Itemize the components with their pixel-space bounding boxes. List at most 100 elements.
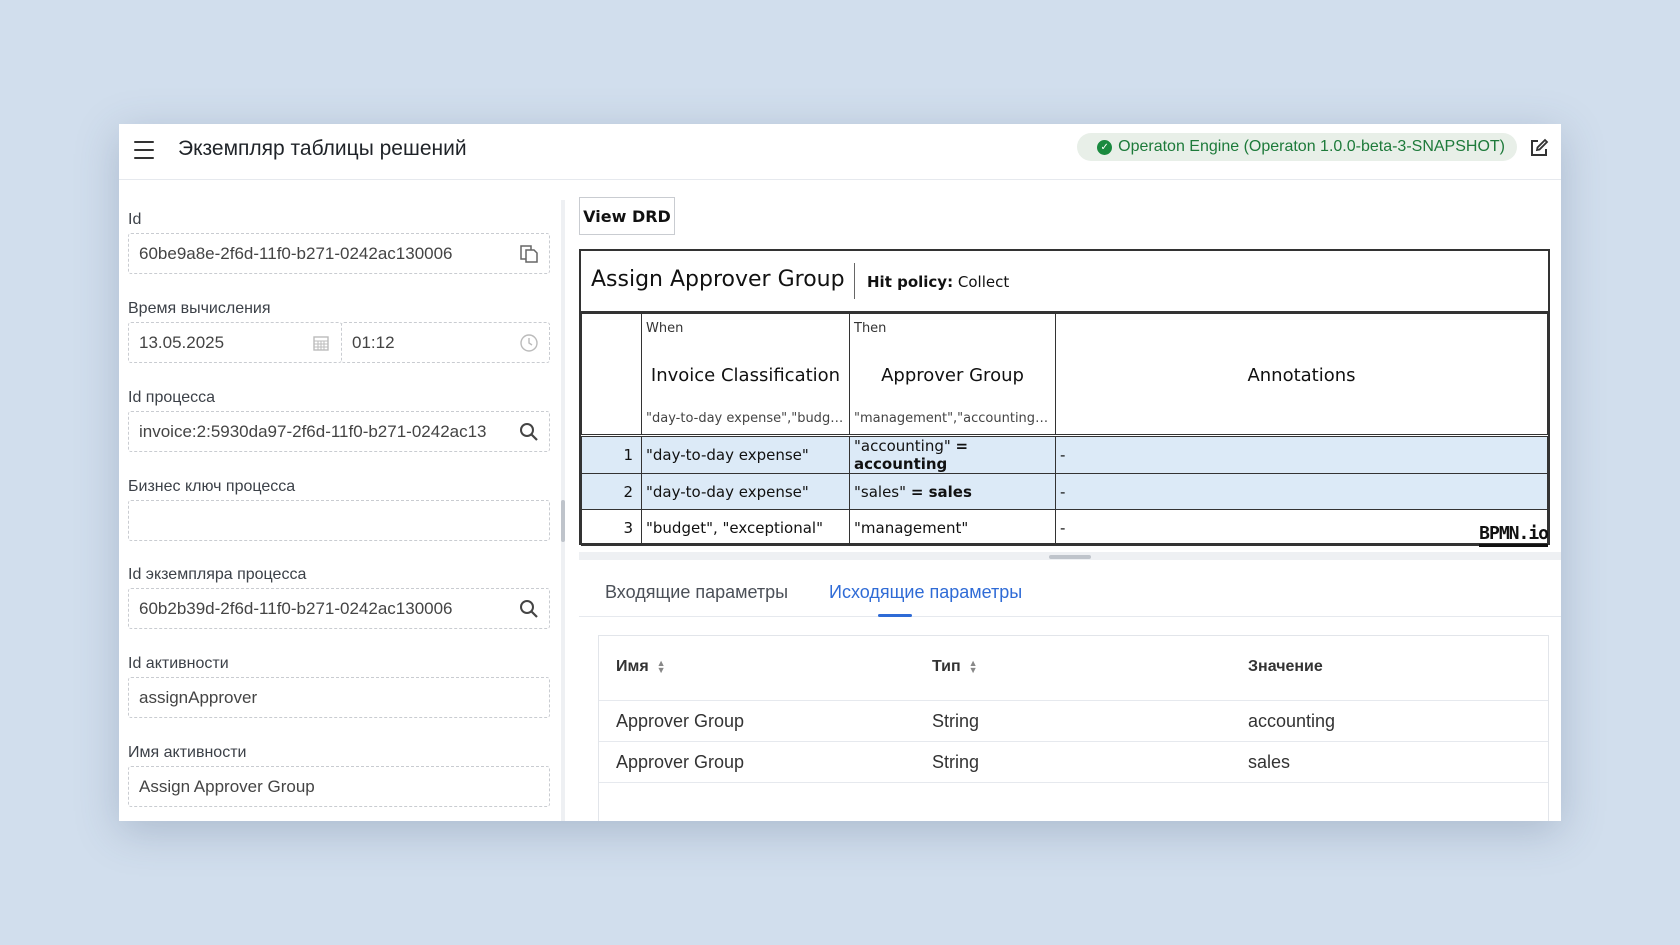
- decision-table: Assign Approver Group Hit policy: Collec…: [579, 249, 1550, 547]
- params-tabs: Входящие параметры Исходящие параметры: [579, 574, 1561, 617]
- sort-icon[interactable]: ▲ ▼: [657, 658, 666, 674]
- header-divider: [854, 263, 855, 299]
- rule-annotation: -: [1055, 509, 1548, 546]
- variables-table-header: Имя ▲ ▼ Тип ▲ ▼ Значение: [599, 636, 1548, 701]
- eval-date-field[interactable]: 13.05.2025: [128, 322, 342, 363]
- decision-table-header: Assign Approver Group Hit policy: Collec…: [581, 251, 1548, 313]
- panel-splitter[interactable]: [561, 200, 565, 821]
- rule-annotation: -: [1055, 435, 1548, 474]
- output-column-header: Then Approver Group "management","accoun…: [849, 313, 1056, 437]
- type-column-header[interactable]: Тип ▲ ▼: [932, 658, 978, 676]
- id-field[interactable]: 60be9a8e-2f6d-11f0-b271-0242ac130006: [128, 233, 550, 274]
- rule-number: 3: [581, 509, 642, 546]
- rule-row: 2 "day-to-day expense" "sales" = sales -: [581, 473, 1548, 510]
- table-row: Approver Group String sales: [599, 742, 1548, 783]
- rule-output: "sales" = sales: [849, 473, 1056, 510]
- engine-label: Operaton Engine (Operaton 1.0.0-beta-3-S…: [1118, 138, 1505, 155]
- process-id-label: Id процесса: [128, 389, 216, 406]
- page-title: Экземпляр таблицы решений: [178, 137, 467, 160]
- rule-output: "accounting" = accounting: [849, 435, 1056, 474]
- input-column-name: Invoice Classification: [650, 365, 841, 386]
- search-icon[interactable]: [519, 599, 539, 619]
- rule-output-result: = sales: [910, 482, 972, 501]
- input-column-header: When Invoice Classification "day-to-day …: [641, 313, 850, 437]
- hit-policy: Hit policy: Collect: [867, 273, 1009, 291]
- rule-input: "day-to-day expense": [641, 435, 850, 474]
- rule-input: "day-to-day expense": [641, 473, 850, 510]
- input-allowed-values: "day-to-day expense","budget","...: [646, 411, 845, 426]
- top-bar: Экземпляр таблицы решений ✓ Operaton Eng…: [119, 124, 1561, 180]
- app-window: Экземпляр таблицы решений ✓ Operaton Eng…: [119, 124, 1561, 821]
- decision-panel: View DRD Assign Approver Group Hit polic…: [571, 181, 1561, 821]
- calendar-icon[interactable]: [311, 333, 331, 353]
- rule-annotation: -: [1055, 473, 1548, 510]
- menu-icon[interactable]: [134, 141, 154, 159]
- horizontal-splitter[interactable]: [579, 552, 1561, 560]
- active-tab-indicator: [878, 614, 912, 617]
- variable-type: String: [932, 711, 980, 731]
- hit-policy-value: Collect: [957, 273, 1010, 291]
- index-header: [581, 313, 642, 437]
- variable-value: accounting: [1248, 711, 1336, 731]
- eval-date-value: 13.05.2025: [139, 332, 225, 352]
- tab-incoming[interactable]: Входящие параметры: [605, 582, 788, 603]
- engine-badge[interactable]: ✓ Operaton Engine (Operaton 1.0.0-beta-3…: [1077, 133, 1517, 161]
- business-key-field[interactable]: [128, 500, 550, 541]
- rule-number: 2: [581, 473, 642, 510]
- table-row: Approver Group String accounting: [599, 701, 1548, 742]
- activity-id-value: assignApprover: [139, 687, 258, 707]
- activity-id-field[interactable]: assignApprover: [128, 677, 550, 718]
- eval-time-field[interactable]: 01:12: [341, 322, 550, 363]
- process-instance-field[interactable]: 60b2b39d-2f6d-11f0-b271-0242ac130006: [128, 588, 550, 629]
- activity-name-field[interactable]: Assign Approver Group: [128, 766, 550, 807]
- check-circle-icon: ✓: [1097, 139, 1113, 155]
- rule-row: 1 "day-to-day expense" "accounting" = ac…: [581, 435, 1548, 474]
- process-id-value: invoice:2:5930da97-2f6d-11f0-b271-0242ac…: [139, 421, 487, 441]
- variable-value: sales: [1248, 752, 1291, 772]
- view-drd-button[interactable]: View DRD: [579, 197, 675, 235]
- decision-name: Assign Approver Group: [591, 267, 845, 292]
- rule-output: "management": [849, 509, 1056, 546]
- value-column-header: Значение: [1248, 658, 1323, 675]
- details-panel: Id 60be9a8e-2f6d-11f0-b271-0242ac130006 …: [119, 181, 559, 821]
- splitter-handle[interactable]: [561, 500, 565, 542]
- type-header-label: Тип: [932, 658, 961, 675]
- edit-icon[interactable]: [1529, 138, 1549, 158]
- eval-time-value: 01:12: [352, 332, 395, 352]
- search-icon[interactable]: [519, 422, 539, 442]
- eval-time-label: Время вычисления: [128, 300, 271, 317]
- variable-type: String: [932, 752, 980, 772]
- business-key-label: Бизнес ключ процесса: [128, 478, 296, 495]
- activity-name-label: Имя активности: [128, 744, 247, 761]
- bpmn-io-logo[interactable]: BPMN.io: [1479, 523, 1549, 547]
- activity-id-label: Id активности: [128, 655, 229, 672]
- copy-icon[interactable]: [519, 244, 539, 264]
- variable-name: Approver Group: [616, 711, 745, 731]
- activity-name-value: Assign Approver Group: [139, 776, 315, 796]
- rules-table: When Invoice Classification "day-to-day …: [581, 313, 1548, 546]
- rule-output-text: "management": [854, 518, 969, 537]
- output-allowed-values: "management","accounting","sa...: [854, 411, 1051, 426]
- variable-name: Approver Group: [616, 752, 745, 772]
- rule-row: 3 "budget", "exceptional" "management" -: [581, 509, 1548, 546]
- hit-policy-label: Hit policy:: [867, 273, 954, 291]
- id-label: Id: [128, 211, 142, 228]
- output-column-name: Approver Group: [881, 365, 1024, 386]
- name-header-label: Имя: [616, 658, 649, 675]
- annotations-column-header: Annotations: [1055, 313, 1548, 437]
- process-id-field[interactable]: invoice:2:5930da97-2f6d-11f0-b271-0242ac…: [128, 411, 550, 452]
- tab-outgoing[interactable]: Исходящие параметры: [829, 582, 1022, 603]
- annotations-column-name: Annotations: [1247, 365, 1356, 386]
- clock-icon[interactable]: [519, 333, 539, 353]
- then-label: Then: [854, 321, 887, 336]
- variables-table: Имя ▲ ▼ Тип ▲ ▼ Значение Approver Group Stri…: [598, 635, 1549, 821]
- process-instance-label: Id экземпляра процесса: [128, 566, 307, 583]
- rule-number: 1: [581, 435, 642, 474]
- rule-output-text: "sales": [854, 482, 907, 501]
- rule-input: "budget", "exceptional": [641, 509, 850, 546]
- name-column-header[interactable]: Имя ▲ ▼: [616, 658, 666, 676]
- id-value: 60be9a8e-2f6d-11f0-b271-0242ac130006: [139, 243, 453, 263]
- sort-icon[interactable]: ▲ ▼: [969, 658, 978, 674]
- splitter-grip[interactable]: [1049, 555, 1091, 559]
- process-instance-value: 60b2b39d-2f6d-11f0-b271-0242ac130006: [139, 598, 453, 618]
